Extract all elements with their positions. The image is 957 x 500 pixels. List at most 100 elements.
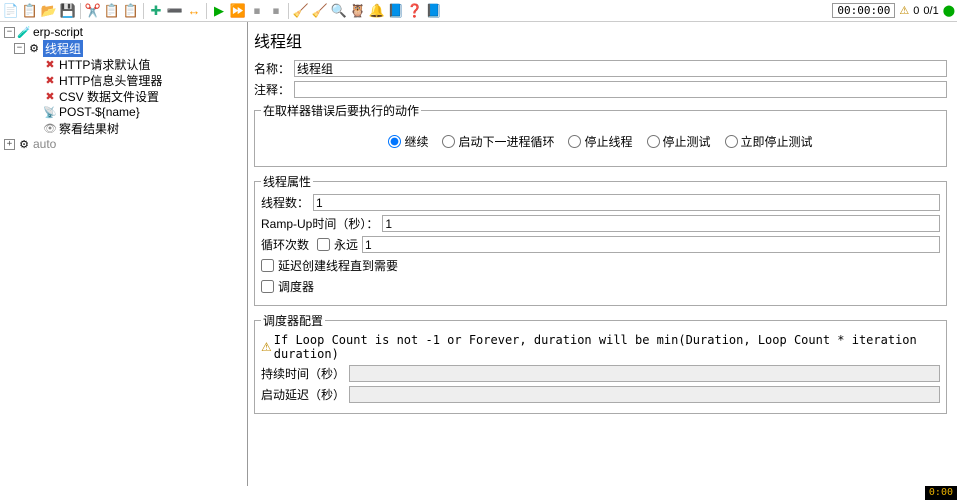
collapse-icon[interactable]: ➖ (166, 2, 184, 20)
tree-item[interactable]: ✖ HTTP信息头管理器 (0, 72, 247, 88)
radio-stop-thread[interactable]: 停止线程 (568, 133, 632, 150)
comment-label: 注释： (254, 81, 290, 98)
name-label: 名称： (254, 60, 290, 77)
name-input[interactable] (294, 60, 947, 77)
tree-root-label: erp-script (33, 25, 83, 39)
stop-icon[interactable]: ⏹ (248, 2, 266, 20)
scheduler-warn-row: ⚠ If Loop Count is not -1 or Forever, du… (261, 333, 940, 361)
expand-icon[interactable]: ✚ (147, 2, 165, 20)
forever-checkbox[interactable] (317, 238, 330, 251)
run-no-timers-icon[interactable]: ⏩ (229, 2, 247, 20)
duration-input[interactable] (349, 365, 940, 382)
collapse-toggle-icon[interactable]: − (4, 27, 15, 38)
toggle-icon[interactable]: ↔ (185, 2, 203, 20)
reset-search-icon[interactable]: 🦉 (349, 2, 367, 20)
comment-row: 注释： (254, 81, 947, 98)
function-helper-icon[interactable]: 🔔 (368, 2, 386, 20)
scheduler-checkbox[interactable] (261, 280, 274, 293)
paste-icon[interactable]: 📋 (122, 2, 140, 20)
delay-create-checkbox[interactable] (261, 259, 274, 272)
elapsed-timer: 00:00:00 (832, 3, 895, 18)
delay-create-label: 延迟创建线程直到需要 (278, 257, 398, 274)
rampup-label: Ramp-Up时间（秒）： (261, 215, 378, 232)
thread-props-fieldset: 线程属性 线程数： Ramp-Up时间（秒）： 循环次数 永远 延迟创建线程直到… (254, 173, 947, 306)
duration-label: 持续时间（秒） (261, 365, 345, 382)
toolbar-separator (288, 3, 289, 19)
scheduler-warn-text: If Loop Count is not -1 or Forever, dura… (274, 333, 940, 361)
run-icon[interactable]: ▶ (210, 2, 228, 20)
radio-start-next[interactable]: 启动下一进程循环 (442, 133, 554, 150)
radio-continue-input[interactable] (388, 135, 401, 148)
tree-item[interactable]: 👁 察看结果树 (0, 120, 247, 136)
threads-label: 线程数： (261, 194, 309, 211)
templates-icon[interactable]: 📋 (21, 2, 39, 20)
tree-root[interactable]: − 🧪 erp-script (0, 24, 247, 40)
startup-delay-label: 启动延迟（秒） (261, 386, 345, 403)
testplan-icon: 🧪 (17, 25, 31, 39)
save-icon[interactable]: 💾 (59, 2, 77, 20)
name-row: 名称： (254, 60, 947, 77)
onerror-radios: 继续 启动下一进程循环 停止线程 停止测试 立即停止测试 (261, 123, 940, 160)
radio-label: 停止测试 (663, 133, 711, 150)
tree-item-label: HTTP请求默认值 (59, 56, 150, 73)
toolbar-left: 📄 📋 📂 💾 ✂️ 📋 📋 ✚ ➖ ↔ ▶ ⏩ ⏹ ⏹ 🧹 🧹 🔍 🦉 🔔 📘… (2, 2, 443, 20)
tree-item-label: HTTP信息头管理器 (59, 72, 162, 89)
startup-delay-row: 启动延迟（秒） (261, 386, 940, 403)
toolbar-separator (206, 3, 207, 19)
thread-group-icon: ⚙ (27, 41, 41, 55)
radio-continue[interactable]: 继续 (388, 133, 428, 150)
tree-auto[interactable]: + ⚙ auto (0, 136, 247, 152)
warning-icon: ⚠ (261, 340, 272, 354)
thread-props-legend: 线程属性 (261, 173, 313, 190)
tree-thread-group-label: 线程组 (43, 40, 83, 57)
clear-icon[interactable]: 🧹 (292, 2, 310, 20)
radio-stop-test[interactable]: 停止测试 (647, 133, 711, 150)
delay-create-row: 延迟创建线程直到需要 (261, 257, 940, 274)
tree-item[interactable]: ✖ HTTP请求默认值 (0, 56, 247, 72)
scheduler-config-legend: 调度器配置 (261, 312, 325, 329)
config-icon: ✖ (43, 89, 57, 103)
search-icon[interactable]: 🔍 (330, 2, 348, 20)
comment-input[interactable] (294, 81, 947, 98)
shutdown-icon[interactable]: ⏹ (267, 2, 285, 20)
rampup-input[interactable] (382, 215, 940, 232)
radio-label: 继续 (404, 133, 428, 150)
tree-auto-label: auto (33, 137, 56, 151)
config-icon: ✖ (43, 73, 57, 87)
options-icon[interactable]: 📘 (387, 2, 405, 20)
cut-icon[interactable]: ✂️ (84, 2, 102, 20)
tree-item-label: 察看结果树 (59, 120, 119, 137)
loop-label: 循环次数 (261, 236, 309, 253)
threads-input[interactable] (313, 194, 940, 211)
toolbar-separator (80, 3, 81, 19)
about-icon[interactable]: 📘 (425, 2, 443, 20)
startup-delay-input[interactable] (349, 386, 940, 403)
duration-row: 持续时间（秒） (261, 365, 940, 382)
tree-thread-group[interactable]: − ⚙ 线程组 (0, 40, 247, 56)
listener-icon: 👁 (43, 121, 57, 135)
loop-row: 循环次数 永远 (261, 236, 940, 253)
collapse-toggle-icon[interactable]: − (14, 43, 25, 54)
radio-stop-test-input[interactable] (647, 135, 660, 148)
rampup-row: Ramp-Up时间（秒）： (261, 215, 940, 232)
copy-icon[interactable]: 📋 (103, 2, 121, 20)
tree-item[interactable]: 📡 POST-${name} (0, 104, 247, 120)
radio-start-next-input[interactable] (442, 135, 455, 148)
new-icon[interactable]: 📄 (2, 2, 20, 20)
scheduler-config-fieldset: 调度器配置 ⚠ If Loop Count is not -1 or Forev… (254, 312, 947, 414)
clear-all-icon[interactable]: 🧹 (311, 2, 329, 20)
tree-item[interactable]: ✖ CSV 数据文件设置 (0, 88, 247, 104)
warning-icon[interactable]: ⚠ (899, 4, 909, 17)
loop-input[interactable] (362, 236, 940, 253)
radio-stop-test-now[interactable]: 立即停止测试 (725, 133, 813, 150)
help-icon[interactable]: ❓ (406, 2, 424, 20)
scheduler-label: 调度器 (278, 278, 314, 295)
radio-stop-thread-input[interactable] (568, 135, 581, 148)
main-area: − 🧪 erp-script − ⚙ 线程组 ✖ HTTP请求默认值 ✖ HTT… (0, 22, 957, 486)
tree-panel[interactable]: − 🧪 erp-script − ⚙ 线程组 ✖ HTTP请求默认值 ✖ HTT… (0, 22, 248, 486)
expand-toggle-icon[interactable]: + (4, 139, 15, 150)
warning-count: 0 (913, 5, 919, 17)
content-panel: 线程组 名称： 注释： 在取样器错误后要执行的动作 继续 启动下一进程循环 停止… (248, 22, 957, 486)
open-icon[interactable]: 📂 (40, 2, 58, 20)
radio-stop-test-now-input[interactable] (725, 135, 738, 148)
